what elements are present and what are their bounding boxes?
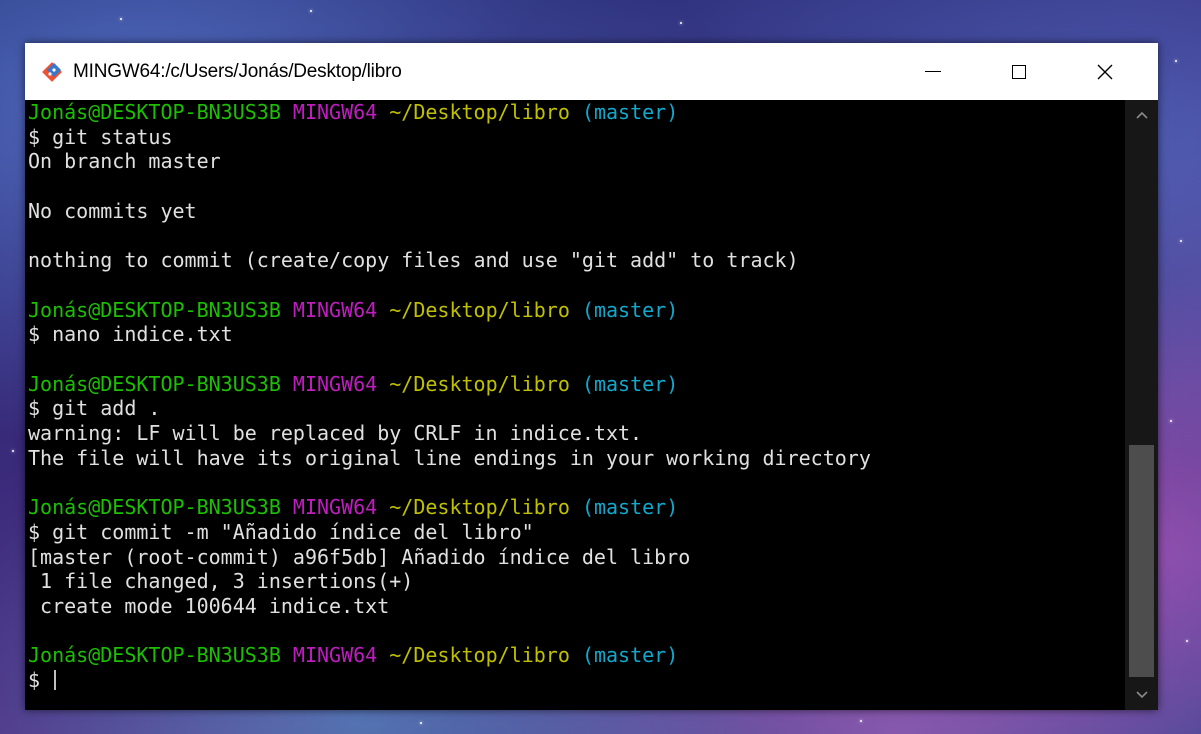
output-line: 1 file changed, 3 insertions(+) bbox=[28, 569, 414, 594]
prompt-env: MINGW64 bbox=[292, 495, 378, 520]
prompt-branch: (master) bbox=[581, 495, 679, 520]
output-line: $ nano indice.txt bbox=[28, 322, 233, 347]
output-line: create mode 100644 indice.txt bbox=[28, 594, 390, 618]
terminal-window: MINGW64:/c/Users/Jonás/Desktop/libro Jon… bbox=[25, 43, 1158, 710]
background-star bbox=[1175, 60, 1177, 62]
prompt-branch: (master) bbox=[581, 371, 679, 396]
command-input-line[interactable]: $ bbox=[28, 668, 57, 693]
output-line: $ git status bbox=[28, 124, 173, 149]
output-line: The file will have its original line end… bbox=[28, 445, 871, 470]
output-line: warning: LF will be replaced by CRLF in … bbox=[28, 421, 643, 446]
background-star bbox=[860, 720, 862, 722]
output-line: $ git commit -m "Añadido índice del libr… bbox=[28, 519, 534, 544]
scroll-up-button[interactable] bbox=[1125, 100, 1158, 130]
background-star bbox=[120, 18, 122, 20]
prompt-user: Jonás@DESKTOP-BN3US3B bbox=[28, 495, 281, 520]
prompt-path: ~/Desktop/libro bbox=[389, 297, 570, 322]
prompt-env: MINGW64 bbox=[292, 643, 378, 668]
prompt-path: ~/Desktop/libro bbox=[389, 371, 570, 396]
prompt-line: Jonás@DESKTOP-BN3US3B MINGW64 ~/Desktop/… bbox=[28, 298, 678, 322]
scroll-down-button[interactable] bbox=[1125, 680, 1158, 710]
vertical-scrollbar[interactable] bbox=[1125, 100, 1158, 710]
prompt-line: Jonás@DESKTOP-BN3US3B MINGW64 ~/Desktop/… bbox=[28, 643, 678, 667]
window-title: MINGW64:/c/Users/Jonás/Desktop/libro bbox=[73, 61, 402, 82]
prompt-env: MINGW64 bbox=[292, 100, 378, 124]
close-button[interactable] bbox=[1077, 43, 1133, 100]
output-line: [master (root-commit) a96f5db] Añadido í… bbox=[28, 544, 691, 569]
prompt-line: Jonás@DESKTOP-BN3US3B MINGW64 ~/Desktop/… bbox=[28, 100, 678, 124]
prompt-user: Jonás@DESKTOP-BN3US3B bbox=[28, 643, 281, 668]
close-icon bbox=[1097, 64, 1113, 79]
terminal-output[interactable]: Jonás@DESKTOP-BN3US3B MINGW64 ~/Desktop/… bbox=[25, 100, 1125, 710]
title-bar[interactable]: MINGW64:/c/Users/Jonás/Desktop/libro bbox=[25, 43, 1158, 100]
background-star bbox=[680, 22, 682, 24]
prompt-user: Jonás@DESKTOP-BN3US3B bbox=[28, 297, 281, 322]
prompt-user: Jonás@DESKTOP-BN3US3B bbox=[28, 100, 281, 124]
chevron-up-icon bbox=[1135, 111, 1148, 119]
prompt-line: Jonás@DESKTOP-BN3US3B MINGW64 ~/Desktop/… bbox=[28, 495, 678, 519]
minimize-button[interactable] bbox=[905, 43, 961, 100]
git-bash-icon bbox=[42, 62, 62, 82]
prompt-env: MINGW64 bbox=[292, 371, 378, 396]
output-line: $ git add . bbox=[28, 396, 161, 421]
prompt-branch: (master) bbox=[581, 643, 679, 668]
prompt-path: ~/Desktop/libro bbox=[389, 643, 570, 668]
background-star bbox=[1170, 420, 1172, 422]
background-star bbox=[310, 10, 312, 12]
prompt-line: Jonás@DESKTOP-BN3US3B MINGW64 ~/Desktop/… bbox=[28, 372, 678, 396]
background-star bbox=[1180, 240, 1182, 242]
scrollbar-thumb[interactable] bbox=[1129, 445, 1154, 677]
maximize-icon bbox=[1012, 64, 1026, 79]
background-star bbox=[12, 450, 14, 452]
text-cursor bbox=[54, 670, 57, 691]
prompt-path: ~/Desktop/libro bbox=[389, 100, 570, 124]
minimize-icon bbox=[925, 71, 941, 72]
chevron-down-icon bbox=[1135, 691, 1148, 699]
output-line: nothing to commit (create/copy files and… bbox=[28, 248, 799, 273]
prompt-path: ~/Desktop/libro bbox=[389, 495, 570, 520]
prompt-user: Jonás@DESKTOP-BN3US3B bbox=[28, 371, 281, 396]
prompt-branch: (master) bbox=[581, 297, 679, 322]
prompt-branch: (master) bbox=[581, 100, 679, 124]
background-star bbox=[420, 722, 422, 724]
input-prompt: $ bbox=[28, 668, 53, 693]
maximize-button[interactable] bbox=[991, 43, 1047, 100]
output-line: On branch master bbox=[28, 149, 221, 174]
background-star bbox=[1186, 640, 1188, 642]
output-line: No commits yet bbox=[28, 198, 197, 223]
prompt-env: MINGW64 bbox=[292, 297, 378, 322]
